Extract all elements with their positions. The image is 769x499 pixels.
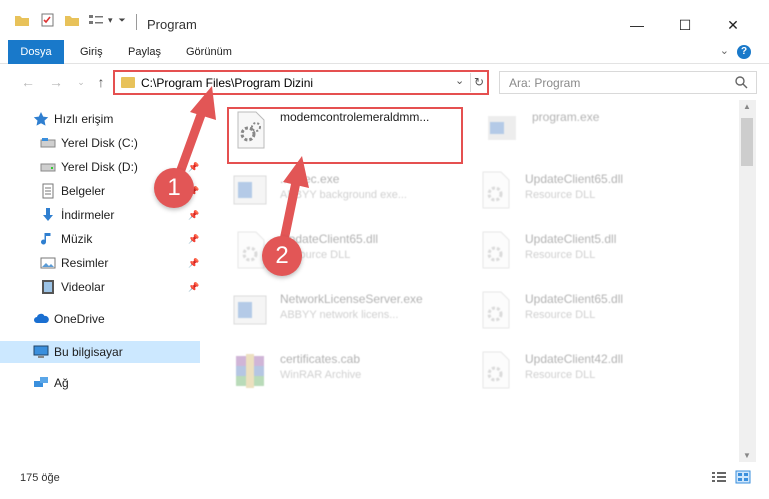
- step-marker-1: 1: [154, 168, 194, 208]
- status-bar: 175 öğe: [0, 464, 769, 499]
- arrow-1-shaft: [173, 107, 207, 183]
- annotation-arrows: [173, 86, 309, 255]
- arrow-2-head: [283, 156, 309, 188]
- arrow-1-head: [190, 86, 216, 120]
- large-icons-view-icon[interactable]: [735, 470, 751, 484]
- details-view-icon[interactable]: [711, 470, 727, 484]
- item-count: 175 öğe: [20, 472, 60, 484]
- step-marker-2: 2: [262, 236, 302, 276]
